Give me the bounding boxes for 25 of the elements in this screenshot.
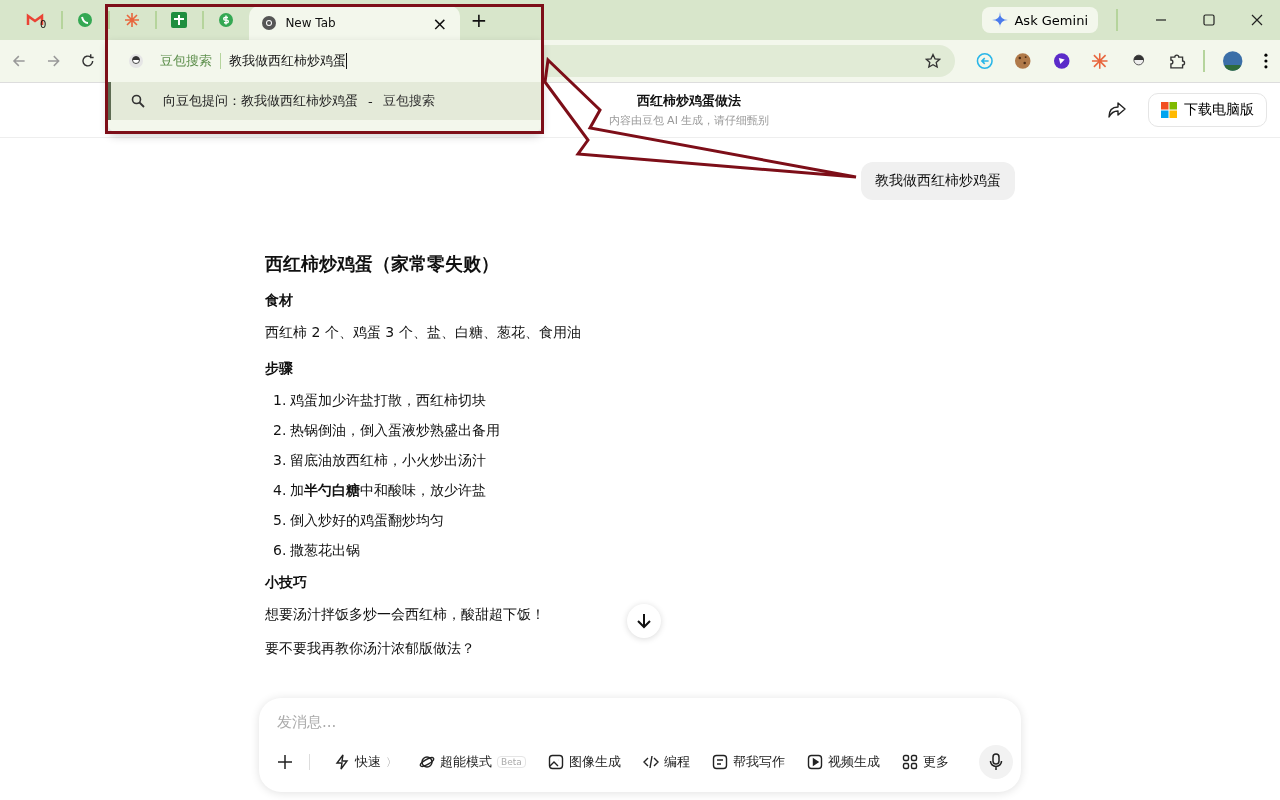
step-text: 热锅倒油，倒入蛋液炒熟盛出备用 [290, 422, 501, 440]
step-text: 留底油放西红柿，小火炒出汤汁 [290, 452, 487, 470]
section-heading: 小技巧 [265, 574, 307, 592]
step-text: 鸡蛋加少许盐打散，西红柿切块 [290, 392, 487, 410]
search-engine-label: 豆包搜索 [160, 52, 212, 70]
step-text: 撒葱花出锅 [290, 542, 361, 560]
step-text: 倒入炒好的鸡蛋翻炒均匀 [290, 512, 445, 530]
step-number: 5. [273, 512, 287, 530]
chat-title: 西红柿炒鸡蛋做法 [637, 92, 741, 110]
section-heading: 食材 [265, 292, 293, 310]
step-number: 1. [273, 392, 287, 410]
step-number: 6. [273, 542, 287, 560]
unread-count: 0 [40, 18, 47, 30]
step-number: 3. [273, 452, 287, 470]
answer-heading: 西红柿炒鸡蛋（家常零失败） [265, 252, 499, 276]
answer-paragraph: 要不要我再教你汤汁浓郁版做法？ [265, 640, 475, 658]
answer-paragraph: 西红柿 2 个、鸡蛋 3 个、盐、白糖、葱花、食用油 [265, 324, 581, 342]
step-number: 2. [273, 422, 287, 440]
section-heading: 步骤 [265, 360, 293, 378]
user-message: 教我做西红柿炒鸡蛋 [861, 162, 1015, 200]
step-text: 加半勺白糖中和酸味，放少许盐 [290, 482, 487, 500]
tab-title: New Tab [285, 16, 337, 30]
chat-subtitle: 内容由豆包 AI 生成，请仔细甄别 [608, 113, 770, 128]
answer-paragraph: 想要汤汁拌饭多炒一会西红柿，酸甜超下饭！ [265, 606, 545, 624]
step-number: 4. [273, 482, 287, 500]
